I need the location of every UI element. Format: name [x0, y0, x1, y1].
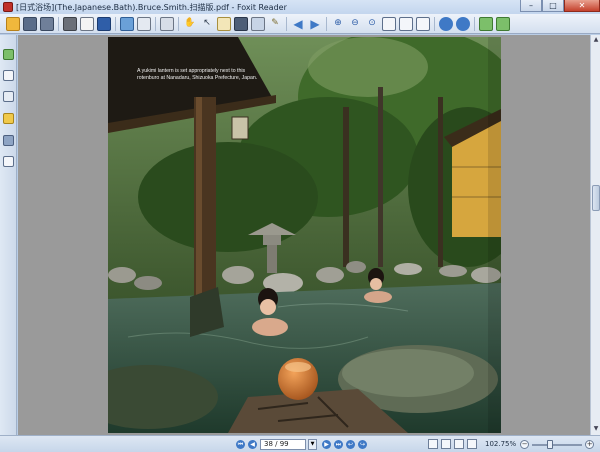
zoom-in-button[interactable]: + — [585, 439, 595, 449]
toolbar-separator — [178, 16, 179, 31]
foxit-app-icon[interactable] — [3, 2, 13, 12]
single-page-mode-icon[interactable] — [428, 439, 438, 449]
email-icon[interactable] — [80, 16, 94, 31]
zoom-slider-knob[interactable] — [547, 439, 554, 449]
forward-view-icon[interactable]: ↪ — [358, 439, 367, 449]
toolbar-separator — [115, 16, 116, 31]
main-toolbar: ✋ ↖ ✎ ◀ ▶ ⊕ ⊖ ⊙ — [0, 14, 600, 34]
comment-icon[interactable] — [137, 16, 151, 31]
page-layout-icon[interactable] — [160, 16, 174, 31]
next-view-icon[interactable]: ▶ — [308, 17, 322, 31]
close-button[interactable]: ✕ — [564, 0, 600, 12]
continuous-mode-icon[interactable] — [441, 439, 451, 449]
next-page-icon[interactable]: ▶ — [322, 439, 331, 449]
image-select-icon[interactable] — [251, 16, 265, 31]
comments-icon[interactable] — [3, 113, 14, 124]
page-down-icon[interactable] — [496, 16, 510, 31]
scroll-down-icon[interactable]: ▼ — [592, 425, 600, 433]
maximize-button[interactable]: □ — [542, 0, 564, 12]
minimize-button[interactable]: – — [520, 0, 542, 12]
last-page-icon[interactable]: ⏭ — [334, 439, 343, 449]
zoom-out-button[interactable]: − — [520, 439, 530, 449]
toolbar-separator — [58, 16, 59, 31]
title-bar: [日式浴场](The.Japanese.Bath).Bruce.Smith.扫描… — [0, 0, 600, 14]
toolbar-separator — [286, 16, 287, 31]
rotate-right-icon[interactable] — [456, 16, 470, 31]
zoom-level[interactable]: 102.75% — [485, 440, 516, 448]
fit-width-icon[interactable] — [399, 16, 413, 31]
toolbar-separator — [326, 16, 327, 31]
page-number-field[interactable]: 38 / 99 — [260, 438, 306, 450]
rotate-left-icon[interactable] — [439, 16, 453, 31]
pen-icon[interactable]: ✎ — [268, 17, 282, 31]
print-icon[interactable] — [63, 16, 77, 31]
bookmarks-icon[interactable] — [3, 49, 14, 60]
vertical-scrollbar[interactable]: ▲ ▼ — [590, 35, 600, 435]
toolbar-separator — [434, 16, 435, 31]
photo-caption: A yukimi lantern is set appropriately ne… — [137, 68, 258, 81]
snapshot-icon[interactable] — [234, 16, 248, 31]
page-up-icon[interactable] — [479, 16, 493, 31]
page-photo — [108, 37, 501, 433]
navigation-sidebar — [0, 35, 17, 435]
attachments-icon[interactable] — [3, 135, 14, 146]
zoom-slider[interactable] — [532, 439, 583, 449]
text-select-icon[interactable] — [217, 16, 231, 31]
toolbar-separator — [155, 16, 156, 31]
layers-icon[interactable] — [3, 91, 14, 102]
continuous-facing-mode-icon[interactable] — [467, 439, 477, 449]
page-dropdown-icon[interactable]: ▼ — [308, 438, 317, 450]
zoom-out-icon[interactable]: ⊖ — [348, 17, 362, 31]
save-as-icon[interactable] — [40, 16, 54, 31]
fit-visible-icon[interactable] — [416, 16, 430, 31]
zoom-slider-track — [532, 443, 583, 446]
fit-page-icon[interactable] — [382, 16, 396, 31]
previous-page-icon[interactable]: ◀ — [248, 439, 257, 449]
pdf-page[interactable]: A yukimi lantern is set appropriately ne… — [108, 37, 501, 433]
first-page-icon[interactable]: ⏮ — [236, 439, 245, 449]
scroll-thumb[interactable] — [592, 185, 600, 211]
document-properties-icon[interactable] — [97, 16, 111, 31]
hand-tool-icon[interactable]: ✋ — [183, 17, 197, 31]
document-view[interactable]: A yukimi lantern is set appropriately ne… — [18, 35, 590, 435]
status-bar: ⏮ ◀ 38 / 99 ▼ ▶ ⏭ ↩ ↪ 102.75% − + — [0, 435, 600, 452]
back-view-icon[interactable]: ↩ — [346, 439, 355, 449]
typewriter-icon[interactable] — [120, 16, 134, 31]
facing-mode-icon[interactable] — [454, 439, 464, 449]
toolbar-separator — [474, 16, 475, 31]
window-title: [日式浴场](The.Japanese.Bath).Bruce.Smith.扫描… — [16, 2, 287, 12]
previous-view-icon[interactable]: ◀ — [291, 17, 305, 31]
select-tool-icon[interactable]: ↖ — [200, 17, 214, 31]
actual-size-icon[interactable]: ⊙ — [365, 17, 379, 31]
scroll-up-icon[interactable]: ▲ — [592, 36, 600, 44]
window-controls: – □ ✕ — [520, 0, 600, 14]
zoom-in-tool-icon[interactable]: ⊕ — [331, 17, 345, 31]
signatures-icon[interactable] — [3, 156, 14, 167]
pages-icon[interactable] — [3, 70, 14, 81]
open-icon[interactable] — [6, 16, 20, 31]
save-icon[interactable] — [23, 16, 37, 31]
